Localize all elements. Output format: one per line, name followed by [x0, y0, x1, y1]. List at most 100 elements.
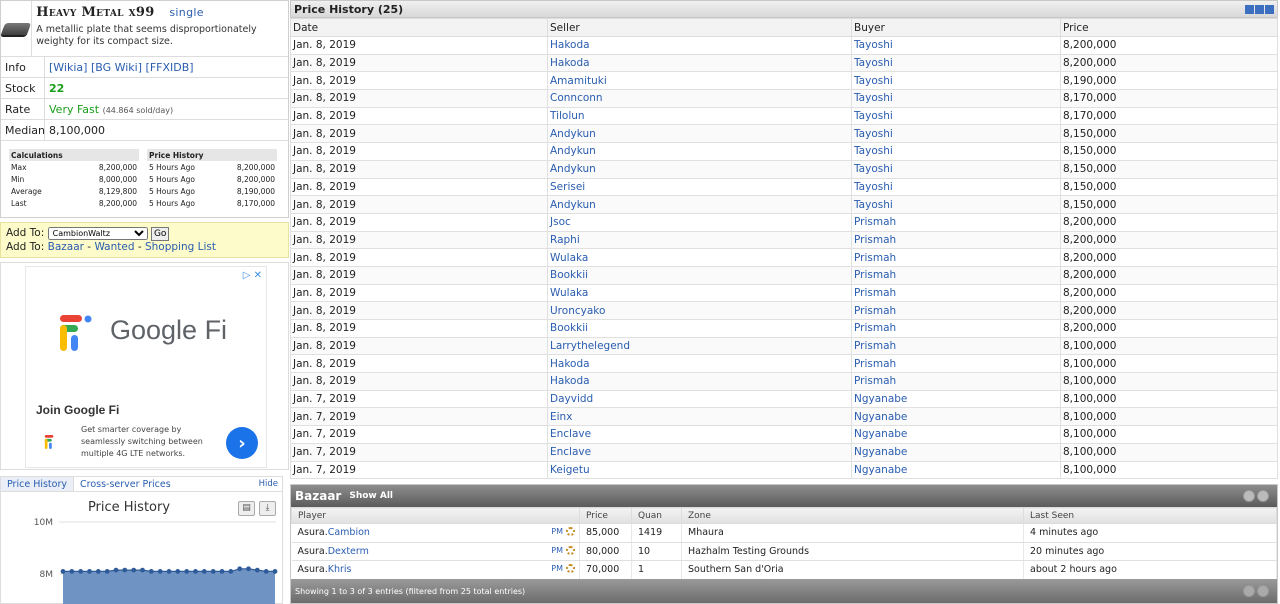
seller-link[interactable]: Enclave [547, 425, 852, 444]
tab-cross-server-prices[interactable]: Cross-server Prices [74, 479, 177, 490]
buyer-link[interactable]: Prismah [851, 230, 1061, 250]
seller-link[interactable]: Hakoda [547, 372, 852, 391]
seller-link[interactable]: Andykun [547, 142, 852, 161]
price-point[interactable] [219, 569, 225, 574]
prev-page-icon[interactable] [1243, 585, 1255, 597]
price-point[interactable] [122, 567, 128, 573]
seller-link[interactable]: Uroncyako [547, 301, 852, 320]
collapse-icon[interactable] [1243, 490, 1255, 502]
seller-link[interactable]: Enclave [547, 442, 852, 462]
price-point[interactable] [166, 569, 172, 574]
price-point[interactable] [193, 569, 198, 574]
seller-link[interactable]: Hakoda [547, 354, 852, 374]
seller-link[interactable]: Hakoda [547, 53, 852, 73]
seller-link[interactable]: Andykun [547, 124, 852, 144]
price-point[interactable] [104, 569, 110, 574]
edit-icon[interactable] [1255, 4, 1264, 14]
seller-link[interactable]: Amamituki [547, 71, 852, 91]
col-price[interactable]: Price [579, 507, 632, 524]
seller-link[interactable]: Einx [547, 407, 852, 427]
buyer-link[interactable]: Tayoshi [851, 195, 1061, 214]
player-link[interactable]: Cambion [328, 527, 370, 538]
col-player[interactable]: Player [291, 507, 580, 524]
gear-icon[interactable] [566, 564, 575, 574]
price-point[interactable] [157, 569, 163, 574]
price-point[interactable] [184, 569, 190, 574]
price-point[interactable] [201, 569, 207, 574]
shopping-list-link[interactable]: Shopping List [145, 241, 216, 253]
next-page-icon[interactable] [1257, 585, 1269, 597]
price-point[interactable] [254, 567, 260, 573]
seller-link[interactable]: Bookkii [547, 319, 852, 338]
maximize-icon[interactable] [1265, 4, 1274, 14]
single-link[interactable]: single [169, 6, 203, 19]
pm-link[interactable]: PM [551, 546, 563, 555]
col-buyer[interactable]: Buyer [851, 18, 1061, 37]
pm-link[interactable]: PM [551, 564, 563, 573]
seller-link[interactable]: Bookkii [547, 265, 852, 285]
player-link[interactable]: Dexterm [328, 546, 369, 557]
seller-link[interactable]: Connconn [547, 89, 852, 108]
close-icon[interactable] [1257, 490, 1269, 502]
buyer-link[interactable]: Ngyanabe [851, 389, 1061, 409]
buyer-link[interactable]: Tayoshi [851, 36, 1061, 55]
bgwiki-link[interactable]: [BG Wiki] [91, 61, 142, 74]
buyer-link[interactable]: Tayoshi [851, 71, 1061, 91]
ffxidb-link[interactable]: [FFXIDB] [146, 61, 194, 74]
seller-link[interactable]: Wulaka [547, 283, 852, 303]
price-point[interactable] [131, 567, 137, 573]
price-point[interactable] [140, 567, 145, 573]
price-point[interactable] [175, 569, 181, 574]
price-point[interactable] [113, 567, 119, 573]
buyer-link[interactable]: Tayoshi [851, 177, 1061, 197]
seller-link[interactable]: Larrythelegend [547, 336, 852, 356]
buyer-link[interactable]: Ngyanabe [851, 407, 1061, 427]
buyer-link[interactable]: Prismah [851, 354, 1061, 374]
buyer-link[interactable]: Prismah [851, 319, 1061, 338]
seller-link[interactable]: Hakoda [547, 36, 852, 55]
col-quantity[interactable]: Quan [631, 507, 682, 524]
ad-arrow-icon[interactable]: › [226, 427, 258, 459]
buyer-link[interactable]: Prismah [851, 301, 1061, 320]
price-point[interactable] [69, 569, 75, 574]
buyer-link[interactable]: Tayoshi [851, 159, 1061, 179]
price-point[interactable] [272, 569, 278, 574]
show-all-button[interactable]: Show All [349, 491, 393, 501]
price-point[interactable] [95, 569, 101, 574]
minimize-icon[interactable] [1245, 4, 1254, 14]
pm-link[interactable]: PM [551, 527, 563, 536]
col-seller[interactable]: Seller [547, 18, 852, 37]
price-point[interactable] [148, 569, 154, 574]
seller-link[interactable]: Serisei [547, 177, 852, 197]
seller-link[interactable]: Wulaka [547, 248, 852, 267]
seller-link[interactable]: Andykun [547, 195, 852, 214]
seller-link[interactable]: Dayvidd [547, 389, 852, 409]
hide-link[interactable]: Hide [259, 479, 282, 489]
col-zone[interactable]: Zone [681, 507, 1024, 524]
tab-price-history[interactable]: Price History [1, 477, 74, 491]
google-fi-ad[interactable]: ▷ ✕ Google Fi Join Google Fi Get smarter… [25, 266, 267, 468]
col-last-seen[interactable]: Last Seen [1023, 507, 1277, 524]
price-point[interactable] [78, 569, 84, 574]
buyer-link[interactable]: Prismah [851, 372, 1061, 391]
price-point[interactable] [246, 566, 251, 572]
buyer-link[interactable]: Ngyanabe [851, 460, 1061, 480]
buyer-link[interactable]: Ngyanabe [851, 442, 1061, 462]
buyer-link[interactable]: Prismah [851, 248, 1061, 267]
go-button[interactable]: Go [150, 227, 170, 241]
bazaar-link[interactable]: Bazaar [48, 241, 84, 253]
wanted-link[interactable]: Wanted [94, 241, 134, 253]
buyer-link[interactable]: Prismah [851, 212, 1061, 232]
seller-link[interactable]: Andykun [547, 159, 852, 179]
printer-icon[interactable]: ▤ [238, 501, 255, 516]
player-link[interactable]: Khris [328, 564, 352, 575]
buyer-link[interactable]: Ngyanabe [851, 425, 1061, 444]
character-select[interactable]: CambionWaltz [47, 227, 148, 240]
seller-link[interactable]: Keigetu [547, 460, 852, 480]
col-price[interactable]: Price [1060, 18, 1278, 37]
download-icon[interactable]: ⤓ [259, 501, 276, 516]
seller-link[interactable]: Tilolun [547, 106, 852, 126]
buyer-link[interactable]: Tayoshi [851, 53, 1061, 73]
buyer-link[interactable]: Tayoshi [851, 106, 1061, 126]
gear-icon[interactable] [566, 545, 575, 555]
